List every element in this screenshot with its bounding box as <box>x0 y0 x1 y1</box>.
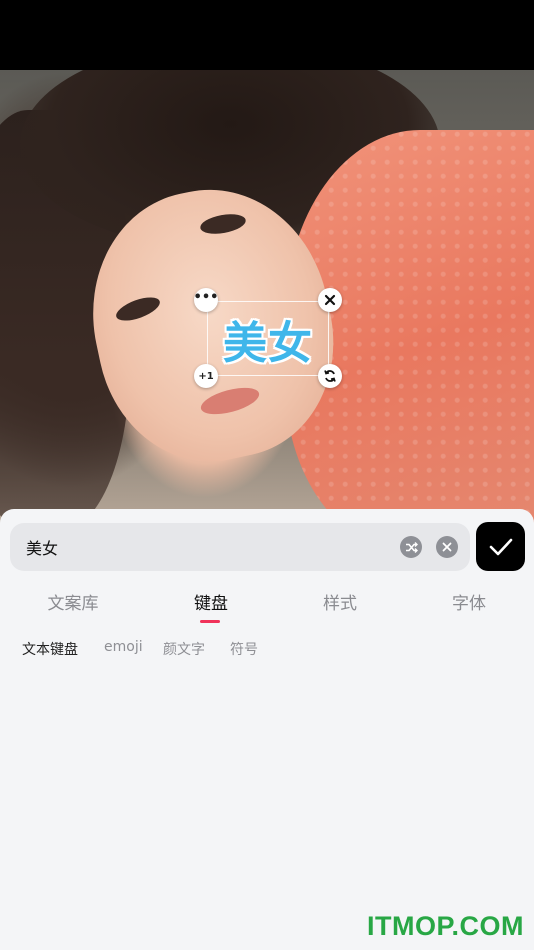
clear-button[interactable] <box>436 536 458 558</box>
sticker-text: 美女 <box>223 317 313 369</box>
sticker-delete-button[interactable] <box>318 288 342 312</box>
tab-copy-library[interactable]: 文案库 <box>33 589 113 614</box>
text-input-row <box>10 523 470 571</box>
editor-tabs: 文案库 键盘 样式 字体 <box>0 589 534 629</box>
subtab-text-keyboard[interactable]: 文本键盘 <box>22 639 78 659</box>
text-editor-panel: 文案库 键盘 样式 字体 文本键盘 emoji 颜文字 符号 <box>0 509 534 950</box>
close-icon <box>324 294 336 306</box>
tab-style[interactable]: 样式 <box>300 589 380 614</box>
photo-canvas[interactable] <box>0 70 534 530</box>
duplicate-label: +1 <box>198 370 214 382</box>
shuffle-icon <box>405 541 418 553</box>
active-tab-indicator <box>200 620 220 623</box>
subtab-symbols[interactable]: 符号 <box>230 639 258 659</box>
checkmark-icon <box>489 538 512 555</box>
ellipsis-icon: ••• <box>193 289 219 305</box>
status-bar <box>0 0 534 70</box>
text-sticker[interactable]: 美女 <box>207 301 329 376</box>
tab-keyboard[interactable]: 键盘 <box>171 589 251 614</box>
sticker-duplicate-button[interactable]: +1 <box>194 364 218 388</box>
subtab-emoji[interactable]: emoji <box>104 639 143 655</box>
screen: 美女 ••• +1 美女 文案库 键盘 样式 字体 文本键盘 emoji 颜文字… <box>0 0 534 950</box>
shuffle-button[interactable] <box>400 536 422 558</box>
watermark: ITMOP.COM <box>366 911 524 941</box>
subtab-kaomoji[interactable]: 颜文字 <box>163 639 205 659</box>
sticker-rotate-button[interactable] <box>318 364 342 388</box>
confirm-button[interactable] <box>476 522 525 571</box>
rotate-icon <box>324 370 336 382</box>
sticker-more-button[interactable]: ••• <box>194 288 218 312</box>
tab-font[interactable]: 字体 <box>429 589 509 614</box>
clear-icon <box>442 542 452 552</box>
text-input[interactable] <box>26 523 386 571</box>
